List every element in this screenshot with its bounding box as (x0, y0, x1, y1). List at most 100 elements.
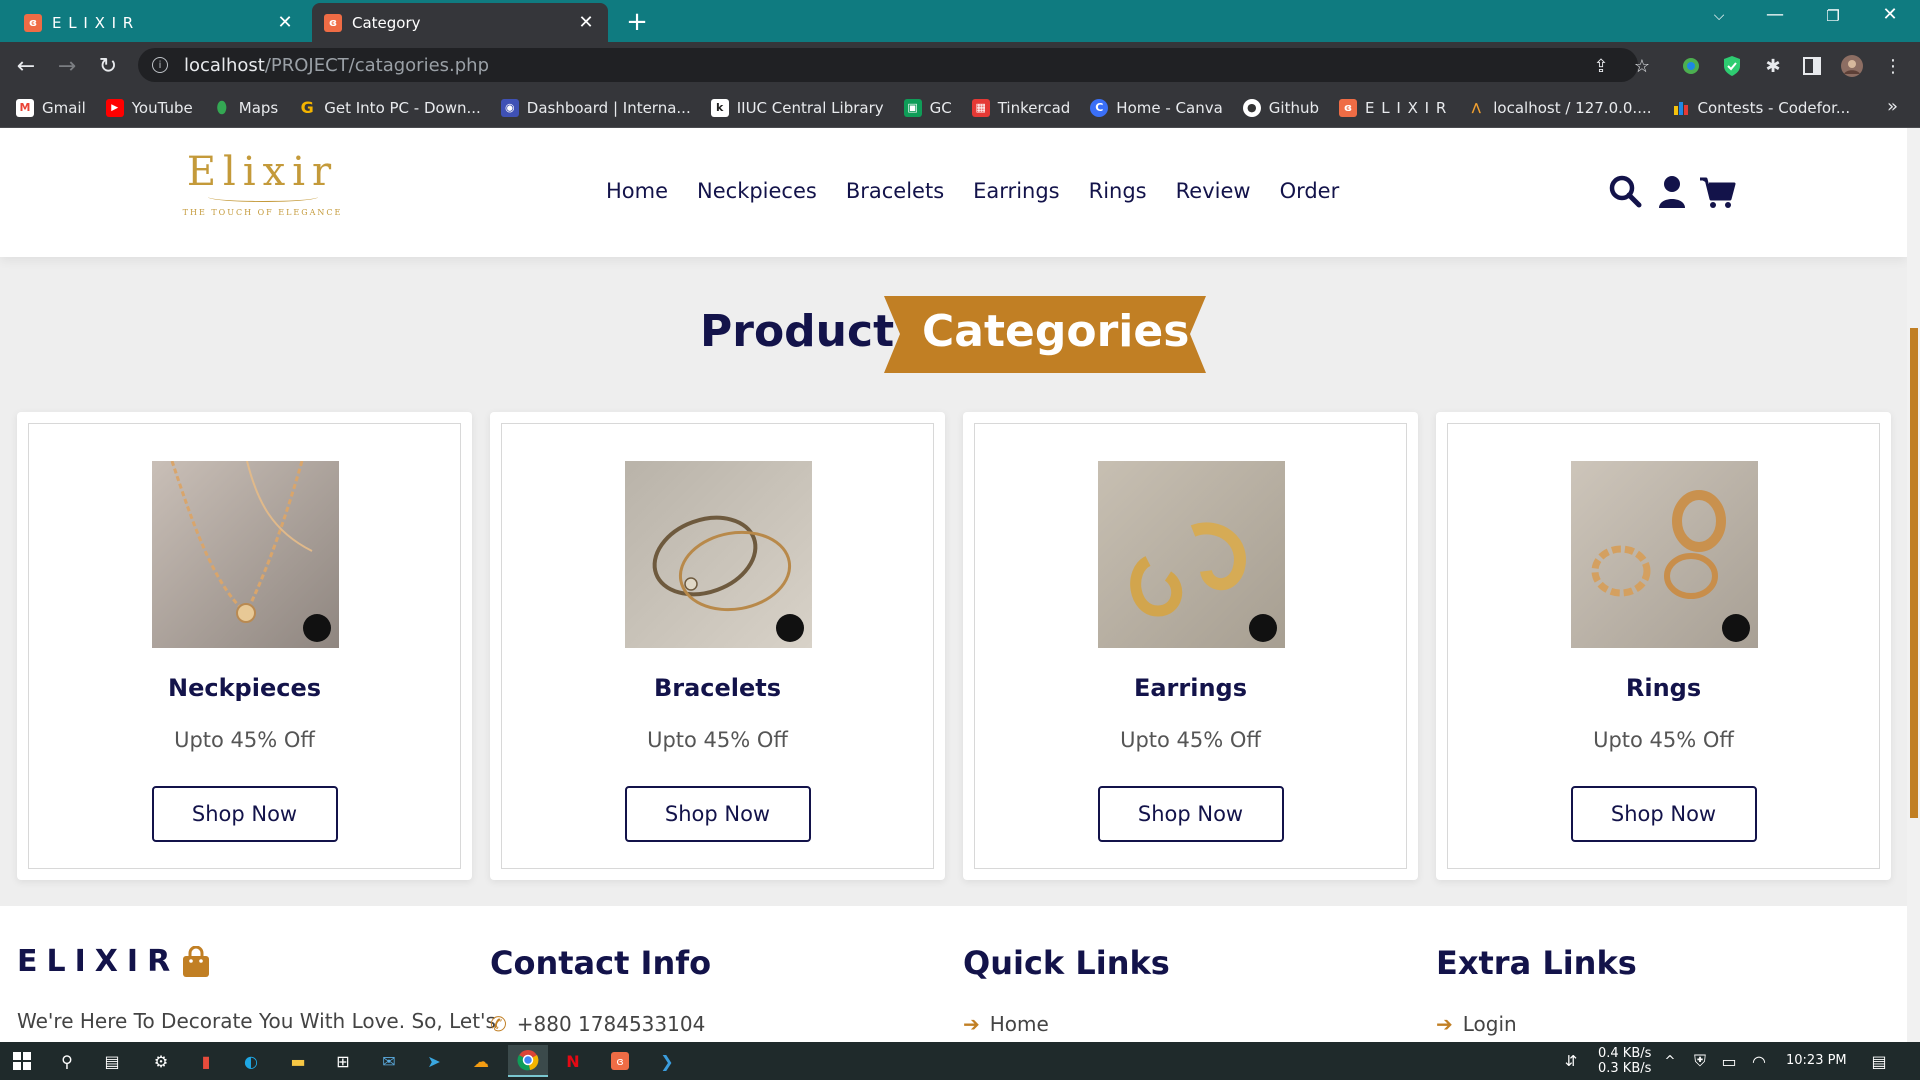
bookmark-library[interactable]: k IIUC Central Library (710, 98, 884, 117)
bookmark-dashboard[interactable]: ◉ Dashboard | Interna... (500, 98, 691, 117)
browser-menu-icon[interactable]: ⋮ (1881, 54, 1905, 78)
restore-button[interactable]: ❐ (1811, 7, 1855, 25)
nav-neckpieces[interactable]: Neckpieces (697, 179, 817, 203)
bookmark-gc[interactable]: ▣ GC (903, 98, 952, 117)
address-bar[interactable]: i localhost/PROJECT/catagories.php (138, 48, 1638, 82)
bookmark-label: Tinkercad (997, 98, 1071, 117)
network-activity-icon: ⇵ (1564, 1052, 1578, 1070)
shopping-bag-icon (183, 945, 210, 977)
scrollbar-thumb[interactable] (1910, 328, 1918, 818)
cloud-app-icon[interactable]: ☁ (468, 1049, 494, 1073)
telegram-icon[interactable]: ➤ (421, 1049, 447, 1073)
footer-phone[interactable]: ✆ +880 1784533104 (490, 1012, 711, 1036)
footer-link-home[interactable]: ➔ Home (963, 1012, 1170, 1036)
bookmark-canva[interactable]: C Home - Canva (1090, 98, 1223, 117)
mail-icon[interactable]: ✉ (376, 1049, 402, 1073)
nav-order[interactable]: Order (1280, 179, 1340, 203)
bookmark-label: E L I X I R (1365, 98, 1448, 117)
close-window-button[interactable]: ✕ (1868, 4, 1912, 25)
nav-home[interactable]: Home (606, 179, 668, 203)
heading-categories: Categories (922, 306, 1190, 357)
category-card-bracelets: Bracelets Upto 45% Off Shop Now (490, 412, 945, 880)
browser-toolbar: ← → ↻ i localhost/PROJECT/catagories.php… (0, 42, 1920, 88)
tab-title: Category (352, 13, 421, 32)
gmail-icon: M (16, 98, 34, 117)
battery-icon[interactable]: ▭ (1716, 1049, 1742, 1073)
task-view-icon[interactable]: ▤ (99, 1049, 125, 1073)
site-info-icon[interactable]: i (152, 57, 168, 73)
classroom-icon: ▣ (903, 98, 922, 117)
cart-icon[interactable] (1698, 172, 1738, 212)
clock[interactable]: 10:23 PM (1786, 1053, 1847, 1068)
windows-start-icon[interactable] (9, 1049, 35, 1073)
side-panel-icon[interactable] (1800, 54, 1824, 78)
shop-now-button[interactable]: Shop Now (1097, 786, 1284, 842)
bookmark-github[interactable]: ● Github (1242, 98, 1319, 117)
tinkercad-icon: ▦ (971, 98, 990, 117)
nav-rings[interactable]: Rings (1089, 179, 1147, 203)
chrome-taskbar-icon[interactable] (508, 1045, 548, 1077)
office-icon[interactable]: ▮ (193, 1049, 219, 1073)
bookmark-getintopc[interactable]: G Get Into PC - Down... (298, 98, 481, 117)
bookmark-phpmyadmin[interactable]: ⋀ localhost / 127.0.0.... (1467, 99, 1652, 117)
site-footer: ELIXIR We're Here To Decorate You With L… (0, 906, 1907, 1042)
category-discount: Upto 45% Off (647, 728, 788, 752)
edge-icon[interactable]: ◐ (238, 1049, 264, 1073)
store-icon[interactable]: ⊞ (330, 1049, 356, 1073)
settings-icon[interactable]: ⚙ (148, 1049, 174, 1073)
extensions-puzzle-icon[interactable]: ✱ (1761, 54, 1785, 78)
bookmark-star-icon[interactable]: ☆ (1630, 54, 1654, 78)
netflix-icon[interactable]: N (560, 1049, 586, 1073)
logo-wordmark: Elixir (186, 149, 339, 195)
bookmark-maps[interactable]: ⬮ Maps (213, 98, 279, 117)
site-logo[interactable]: Elixir THE TOUCH OF ELEGANCE (180, 150, 345, 220)
rings-image (1570, 461, 1758, 648)
browser-tab-strip: ɞ E L I X I R ✕ ɞ Category ✕ + ⌵ — ❐ ✕ (0, 0, 1920, 42)
share-icon[interactable]: ⇪ (1589, 54, 1613, 78)
nav-bracelets[interactable]: Bracelets (846, 179, 944, 203)
tray-expand-icon[interactable]: ^ (1657, 1049, 1683, 1073)
bookmark-gmail[interactable]: M Gmail (16, 98, 86, 117)
new-tab-button[interactable]: + (622, 7, 652, 37)
close-tab-icon[interactable]: ✕ (275, 12, 295, 33)
elixir-favicon-icon: ɞ (24, 13, 42, 32)
user-icon[interactable] (1652, 172, 1692, 212)
security-tray-icon[interactable]: ⛨ (1687, 1049, 1713, 1073)
elixir-taskbar-icon[interactable]: ɞ (607, 1049, 633, 1073)
bookmark-label: Contests - Codefor... (1697, 98, 1851, 117)
wifi-icon[interactable]: ◠ (1746, 1049, 1772, 1073)
vscode-icon[interactable]: ❯ (654, 1049, 680, 1073)
page-scrollbar[interactable] (1907, 128, 1920, 1042)
reload-button[interactable]: ↻ (94, 52, 122, 80)
shop-now-button[interactable]: Shop Now (1570, 786, 1757, 842)
tab-category[interactable]: ɞ Category ✕ (312, 3, 608, 42)
shop-now-button[interactable]: Shop Now (624, 786, 811, 842)
nav-review[interactable]: Review (1176, 179, 1251, 203)
footer-brand-name: ELIXIR (17, 944, 180, 979)
earrings-image (1097, 461, 1285, 648)
category-title: Bracelets (653, 674, 782, 702)
bookmark-youtube[interactable]: ▶ YouTube (105, 98, 193, 117)
forward-button[interactable]: → (53, 52, 81, 80)
extension-globe-icon[interactable] (1679, 54, 1703, 78)
profile-avatar[interactable] (1840, 54, 1864, 78)
bookmark-codeforces[interactable]: Contests - Codefor... (1672, 98, 1851, 117)
category-discount: Upto 45% Off (174, 728, 315, 752)
shield-extension-icon[interactable] (1720, 54, 1744, 78)
minimize-button[interactable]: — (1753, 4, 1797, 25)
tab-search-icon[interactable]: ⌵ (1697, 8, 1741, 24)
close-tab-icon[interactable]: ✕ (576, 12, 596, 33)
bookmark-label: Get Into PC - Down... (324, 98, 481, 117)
search-taskbar-icon[interactable]: ⚲ (54, 1049, 80, 1073)
shop-now-button[interactable]: Shop Now (151, 786, 338, 842)
footer-link-login[interactable]: ➔ Login (1436, 1012, 1637, 1036)
tab-elixir[interactable]: ɞ E L I X I R ✕ (12, 3, 307, 42)
nav-earrings[interactable]: Earrings (973, 179, 1059, 203)
bookmark-tinkercad[interactable]: ▦ Tinkercad (971, 98, 1071, 117)
notifications-icon[interactable]: ▤ (1866, 1049, 1892, 1073)
file-explorer-icon[interactable]: ▬ (285, 1049, 311, 1073)
search-icon[interactable] (1606, 172, 1646, 212)
bookmarks-overflow-icon[interactable]: » (1887, 96, 1898, 117)
back-button[interactable]: ← (12, 52, 40, 80)
bookmark-elixir[interactable]: ɞE L I X I R (1339, 98, 1448, 117)
